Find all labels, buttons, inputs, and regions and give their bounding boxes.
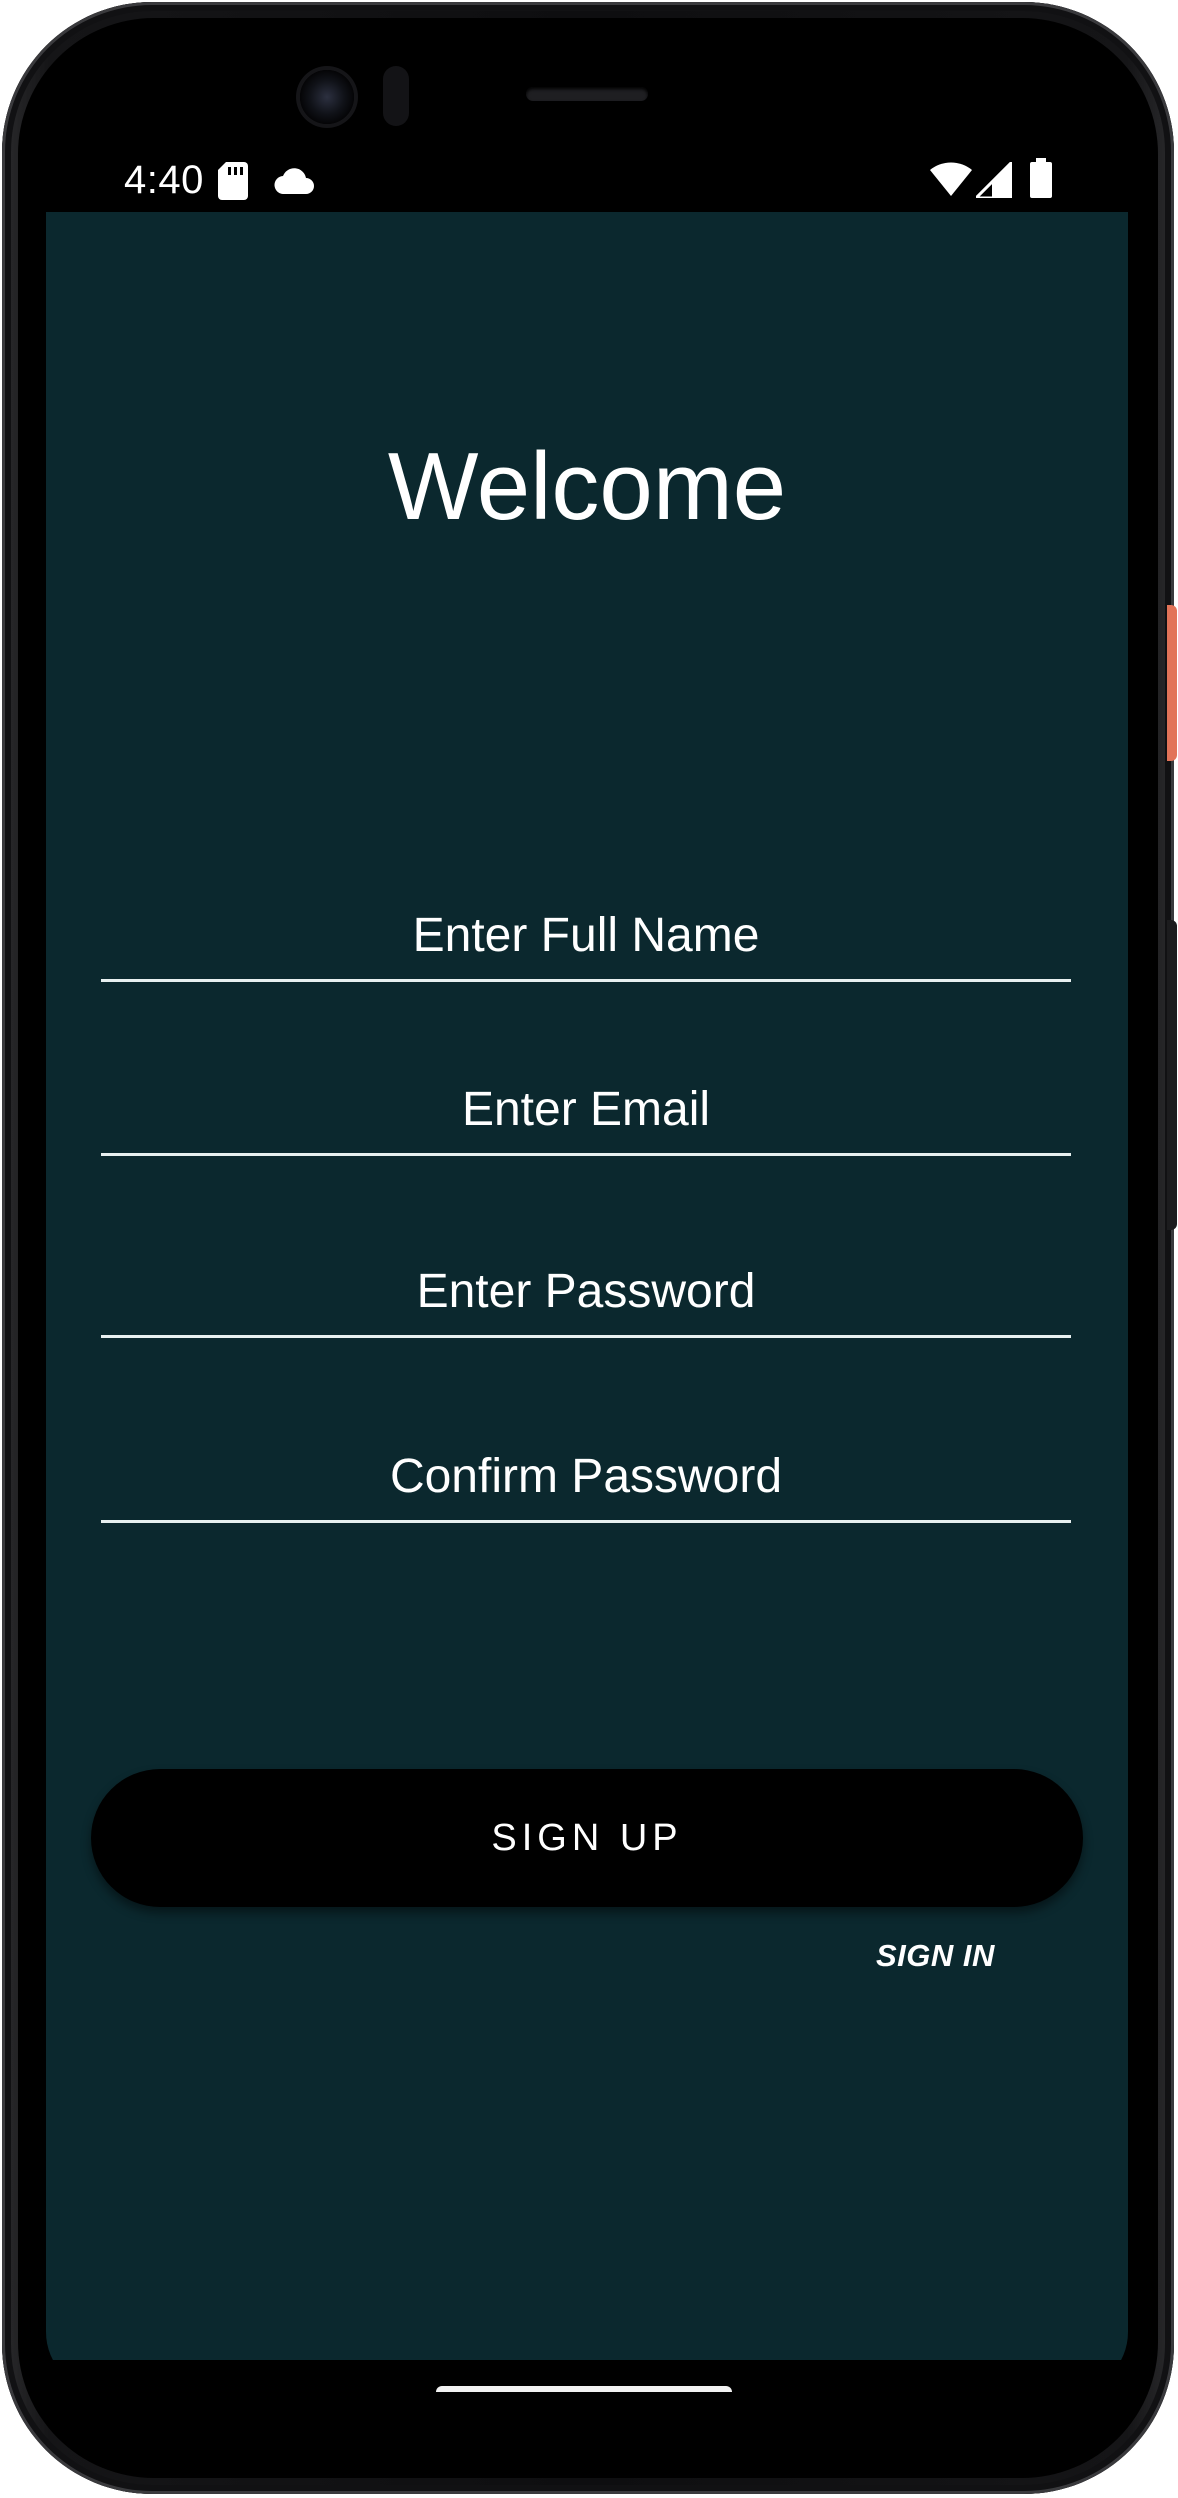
confirm-password-field[interactable]: [101, 1443, 1071, 1523]
volume-button: [1167, 920, 1177, 1230]
battery-icon: [1030, 158, 1052, 198]
wifi-icon: [930, 162, 972, 196]
home-indicator[interactable]: [436, 2386, 732, 2392]
cell-signal-icon: [976, 162, 1012, 198]
status-bar: 4:40: [46, 148, 1128, 212]
power-button: [1167, 605, 1177, 761]
sign-up-button[interactable]: SIGN UP: [91, 1769, 1083, 1907]
sd-card-icon: [218, 162, 248, 200]
device-screen: 4:40 Welcome SIGN UP SIGN IN: [46, 148, 1128, 2392]
full-name-field[interactable]: [101, 902, 1071, 982]
status-time: 4:40: [124, 158, 204, 202]
proximity-sensor: [383, 66, 409, 126]
page-title: Welcome: [387, 433, 787, 540]
cloud-icon: [274, 168, 314, 194]
signup-screen: Welcome SIGN UP SIGN IN: [46, 212, 1128, 2360]
email-field[interactable]: [101, 1076, 1071, 1156]
earpiece-speaker: [526, 87, 648, 101]
front-camera: [300, 70, 354, 124]
navigation-bar: [46, 2360, 1128, 2392]
password-field[interactable]: [101, 1258, 1071, 1338]
sign-in-link[interactable]: SIGN IN: [876, 1938, 995, 1974]
